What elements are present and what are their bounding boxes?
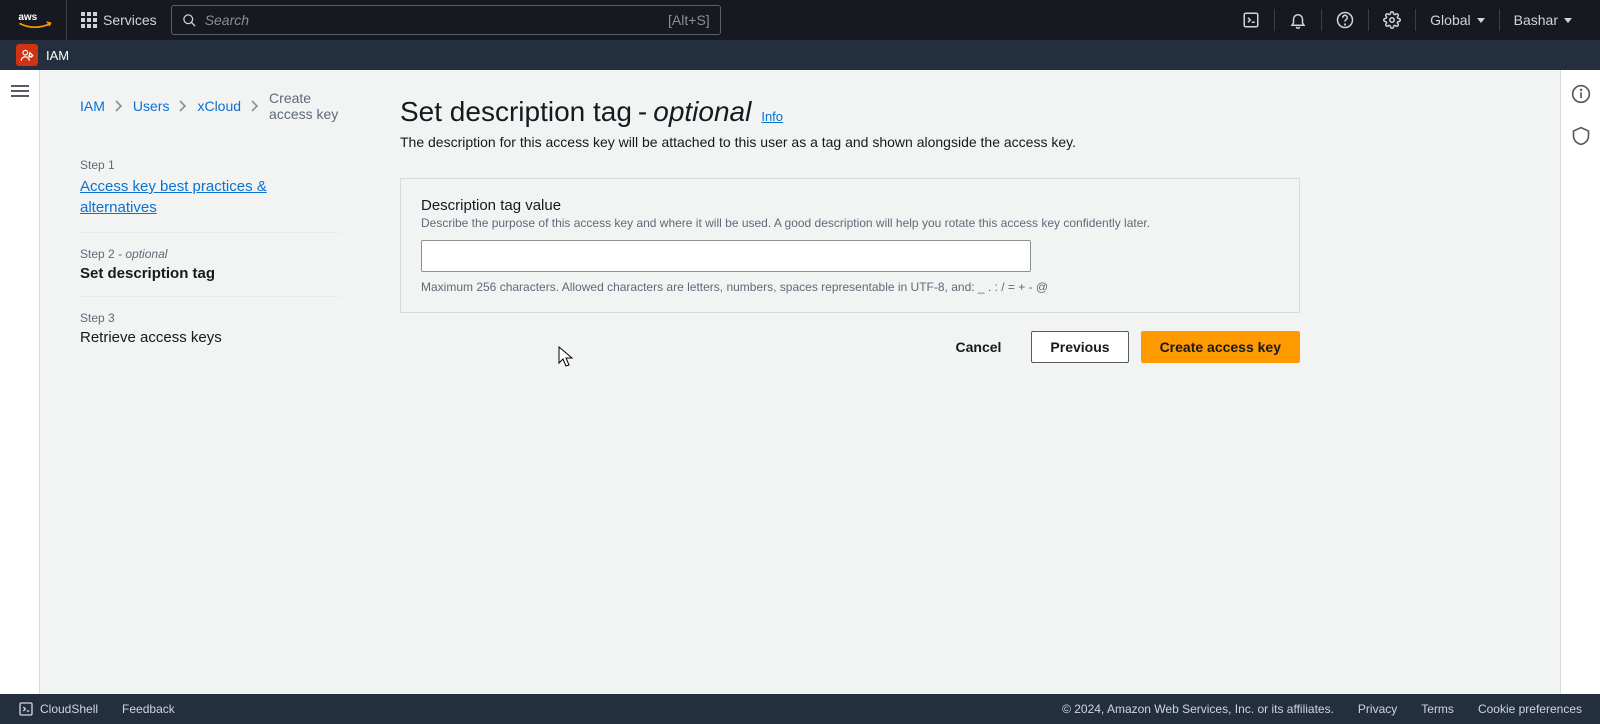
info-link[interactable]: Info (761, 109, 783, 124)
iam-service-icon (16, 44, 38, 66)
page-description: The description for this access key will… (400, 134, 1300, 150)
service-name: IAM (46, 48, 69, 63)
nav-toggle[interactable] (0, 70, 40, 694)
services-menu[interactable]: Services (81, 12, 157, 28)
top-nav: aws Services Search [Alt+S] (0, 0, 1600, 40)
aws-logo[interactable]: aws (18, 0, 67, 40)
user-label: Bashar (1514, 12, 1558, 28)
info-icon (1571, 84, 1591, 104)
breadcrumb-iam[interactable]: IAM (80, 98, 105, 114)
step-3-title: Retrieve access keys (80, 329, 340, 346)
privacy-link[interactable]: Privacy (1358, 702, 1397, 716)
copyright: © 2024, Amazon Web Services, Inc. or its… (1062, 702, 1334, 716)
cloudshell-label: CloudShell (40, 702, 98, 716)
breadcrumb-xcloud[interactable]: xCloud (197, 98, 241, 114)
wizard-step-3: Step 3 Retrieve access keys (80, 296, 340, 360)
description-tag-panel: Description tag value Describe the purpo… (400, 178, 1300, 313)
search-shortcut: [Alt+S] (668, 12, 710, 28)
step-1-link[interactable]: Access key best practices & alternatives (80, 176, 340, 218)
svg-text:aws: aws (18, 12, 37, 23)
services-label: Services (103, 12, 157, 28)
field-label: Description tag value (421, 197, 1279, 214)
breadcrumb: IAM Users xCloud Create access key (80, 90, 340, 122)
chevron-right-icon (115, 100, 123, 112)
info-panel-toggle[interactable] (1571, 84, 1591, 104)
chevron-right-icon (179, 100, 187, 112)
step-label: Step 1 (80, 158, 340, 172)
breadcrumb-current: Create access key (269, 90, 340, 122)
terminal-icon (18, 701, 34, 717)
chevron-down-icon (1477, 18, 1485, 23)
create-access-key-button[interactable]: Create access key (1141, 331, 1300, 363)
chevron-down-icon (1564, 18, 1572, 23)
settings-button[interactable] (1369, 0, 1415, 40)
notifications-button[interactable] (1275, 0, 1321, 40)
page-title: Set description tag - optional Info (400, 96, 1300, 128)
gear-icon (1383, 11, 1401, 29)
bell-icon (1289, 11, 1307, 29)
cloudshell-button[interactable]: CloudShell (18, 701, 98, 717)
cookie-preferences-link[interactable]: Cookie preferences (1478, 702, 1582, 716)
footer: CloudShell Feedback © 2024, Amazon Web S… (0, 694, 1600, 724)
terms-link[interactable]: Terms (1421, 702, 1454, 716)
search-placeholder: Search (205, 12, 249, 28)
menu-icon (11, 82, 29, 100)
breadcrumb-users[interactable]: Users (133, 98, 170, 114)
help-button[interactable] (1322, 0, 1368, 40)
wizard-step-1: Step 1 Access key best practices & alter… (80, 144, 340, 232)
cloudshell-icon-button[interactable] (1228, 0, 1274, 40)
field-help: Describe the purpose of this access key … (421, 216, 1279, 230)
right-tools-rail (1560, 70, 1600, 694)
step-2-title: Set description tag (80, 265, 340, 282)
chevron-right-icon (251, 100, 259, 112)
service-chip-iam[interactable]: IAM (16, 44, 69, 66)
account-menu[interactable]: Bashar (1500, 0, 1586, 40)
wizard-step-2: Step 2 - optional Set description tag (80, 232, 340, 296)
previous-button[interactable]: Previous (1031, 331, 1128, 363)
region-label: Global (1430, 12, 1470, 28)
shield-icon (1571, 126, 1591, 146)
cancel-button[interactable]: Cancel (938, 331, 1020, 363)
region-selector[interactable]: Global (1416, 0, 1498, 40)
security-panel-toggle[interactable] (1571, 126, 1591, 146)
feedback-link[interactable]: Feedback (122, 702, 175, 716)
help-icon (1336, 11, 1354, 29)
terminal-icon (1242, 11, 1260, 29)
service-bar: IAM (0, 40, 1600, 70)
wizard-actions: Cancel Previous Create access key (400, 331, 1300, 363)
field-hint: Maximum 256 characters. Allowed characte… (421, 280, 1279, 294)
step-label: Step 3 (80, 311, 340, 325)
description-tag-input[interactable] (421, 240, 1031, 272)
search-input[interactable]: Search [Alt+S] (171, 5, 721, 35)
search-icon (182, 13, 197, 28)
services-grid-icon (81, 12, 97, 28)
step-label: Step 2 - optional (80, 247, 340, 261)
